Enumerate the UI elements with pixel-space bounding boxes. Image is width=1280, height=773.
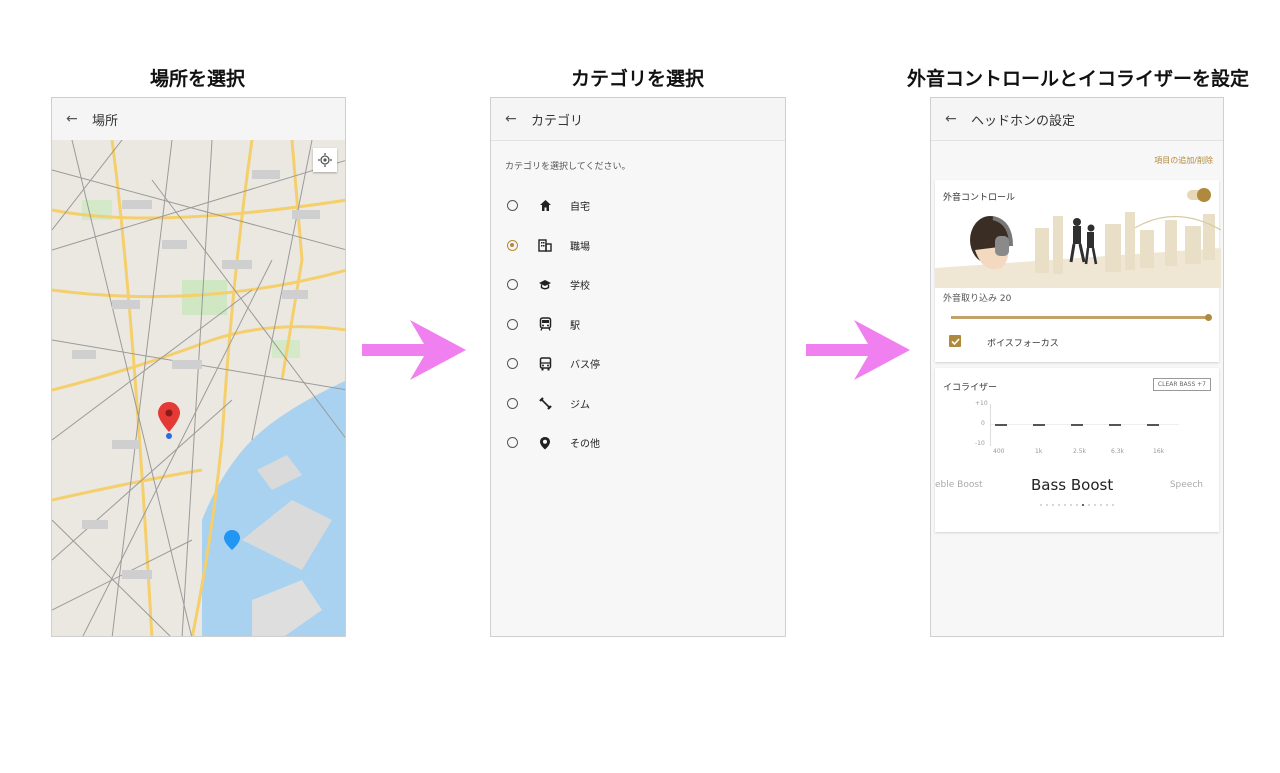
step-title-settings: 外音コントロールとイコライザーを設定: [906, 68, 1249, 90]
pager-dot: [1070, 504, 1072, 506]
clear-bass-badge[interactable]: CLEAR BASS +7: [1152, 378, 1211, 391]
radio-button[interactable]: [507, 358, 518, 370]
eq-band-bar[interactable]: [1147, 424, 1159, 426]
settings-appbar: ← ヘッドホンの設定: [931, 98, 1223, 141]
pager-dot: [1088, 504, 1090, 506]
eq-band-label: 400: [993, 448, 1005, 455]
dumbbell-icon: [538, 396, 552, 410]
ambient-level-label: 外音取り込み 20: [943, 294, 1012, 304]
category-label: 職場: [570, 241, 590, 253]
eq-band-bar[interactable]: [1071, 424, 1083, 426]
category-screen: ← カテゴリ カテゴリを選択してください。 自宅 職場 学校 駅 バス停 ジム …: [490, 97, 786, 637]
category-item-bus-stop[interactable]: バス停: [507, 344, 785, 384]
eq-band-label: 16k: [1153, 448, 1165, 455]
eq-band-label: 6.3k: [1111, 448, 1125, 455]
category-label: バス停: [570, 360, 600, 372]
category-label: ジム: [570, 399, 590, 411]
eq-band-label: 1k: [1035, 448, 1043, 455]
office-building-icon: [538, 238, 552, 252]
preset-current[interactable]: Bass Boost: [1031, 476, 1113, 494]
add-remove-items-link[interactable]: 項目の追加/削除: [931, 155, 1213, 166]
category-item-school[interactable]: 学校: [507, 265, 785, 305]
flow-arrow-icon: [806, 320, 910, 380]
pager-dot: [1058, 504, 1060, 506]
ambient-level-slider[interactable]: [951, 314, 1212, 321]
category-list: 自宅 職場 学校 駅 バス停 ジム その他: [491, 186, 785, 463]
category-label: 学校: [570, 281, 590, 293]
eq-band-label: 2.5k: [1073, 448, 1087, 455]
voice-focus-label: ボイスフォーカス: [987, 339, 1059, 349]
pager-dot: [1040, 504, 1042, 506]
equalizer-card: イコライザー CLEAR BASS +7 +10 0 -10 400 1k 2.…: [935, 368, 1219, 532]
pager-dot: [1100, 504, 1102, 506]
location-appbar-title: 場所: [92, 113, 119, 129]
category-appbar: ← カテゴリ: [491, 98, 785, 141]
eq-band-bar[interactable]: [1109, 424, 1121, 426]
eq-band-bar[interactable]: [1033, 424, 1045, 426]
category-item-gym[interactable]: ジム: [507, 384, 785, 424]
category-appbar-title: カテゴリ: [531, 113, 584, 129]
back-arrow-icon[interactable]: ←: [945, 111, 959, 127]
radio-button[interactable]: [507, 279, 518, 291]
settings-screen: ← ヘッドホンの設定 項目の追加/削除 外音コントロール 外音取り込み 20 ボ…: [930, 97, 1224, 637]
settings-appbar-title: ヘッドホンの設定: [971, 113, 1076, 129]
pager-dot-active: [1082, 504, 1084, 506]
train-icon: [538, 317, 552, 331]
location-pin-icon: [158, 402, 180, 439]
pager-dot: [1106, 504, 1108, 506]
category-hint: カテゴリを選択してください。: [505, 162, 631, 172]
category-item-other[interactable]: その他: [507, 423, 785, 463]
ambient-toggle[interactable]: [1187, 188, 1211, 202]
category-item-home[interactable]: 自宅: [507, 186, 785, 226]
equalizer-title: イコライザー: [943, 383, 998, 393]
step-title-location: 場所を選択: [149, 68, 245, 90]
radio-button-selected[interactable]: [507, 239, 518, 251]
category-item-station[interactable]: 駅: [507, 305, 785, 345]
flow-arrow-icon: [362, 320, 466, 380]
voice-focus-checkbox[interactable]: [949, 335, 961, 347]
back-arrow-icon[interactable]: ←: [66, 111, 80, 127]
pager-dot: [1046, 504, 1048, 506]
back-arrow-icon[interactable]: ←: [505, 111, 519, 127]
pager-dot: [1076, 504, 1078, 506]
radio-button[interactable]: [507, 200, 518, 212]
ambient-sound-title: 外音コントロール: [943, 193, 1016, 203]
eq-y-top: +10: [975, 400, 988, 407]
radio-button[interactable]: [507, 397, 518, 409]
my-location-icon[interactable]: [313, 148, 337, 172]
location-appbar: ← 場所: [52, 98, 345, 141]
category-label: その他: [570, 439, 600, 451]
category-item-office[interactable]: 職場: [507, 226, 785, 266]
eq-bars[interactable]: [991, 404, 1181, 446]
radio-button[interactable]: [507, 437, 518, 449]
home-icon: [538, 199, 552, 213]
eq-band-bar[interactable]: [995, 424, 1007, 426]
ambient-level-slider-fill: [951, 316, 1209, 319]
ambient-sound-card: 外音コントロール 外音取り込み 20 ボイスフォーカス: [935, 180, 1221, 362]
eq-y-mid: 0: [981, 420, 985, 427]
pager-dot: [1052, 504, 1054, 506]
pager-dot: [1112, 504, 1114, 506]
ambient-level-slider-thumb[interactable]: [1205, 314, 1212, 321]
preset-pager: [935, 504, 1219, 506]
school-cap-icon: [538, 278, 552, 292]
eq-band-labels: 400 1k 2.5k 6.3k 16k: [991, 448, 1181, 456]
location-screen: ← 場所: [51, 97, 346, 637]
pager-dot: [1064, 504, 1066, 506]
map-view[interactable]: [52, 140, 345, 636]
preset-prev[interactable]: eble Boost: [935, 480, 983, 490]
step-title-category: カテゴリを選択: [570, 68, 704, 90]
pager-dot: [1094, 504, 1096, 506]
category-label: 自宅: [570, 202, 590, 214]
place-pin-icon: [538, 436, 552, 450]
ambient-illustration: [935, 212, 1221, 288]
map-canvas: [52, 140, 345, 636]
preset-next[interactable]: Speech: [1170, 480, 1203, 490]
category-label: 駅: [570, 320, 580, 332]
bus-icon: [538, 357, 552, 371]
eq-y-bottom: -10: [975, 440, 985, 447]
radio-button[interactable]: [507, 318, 518, 330]
